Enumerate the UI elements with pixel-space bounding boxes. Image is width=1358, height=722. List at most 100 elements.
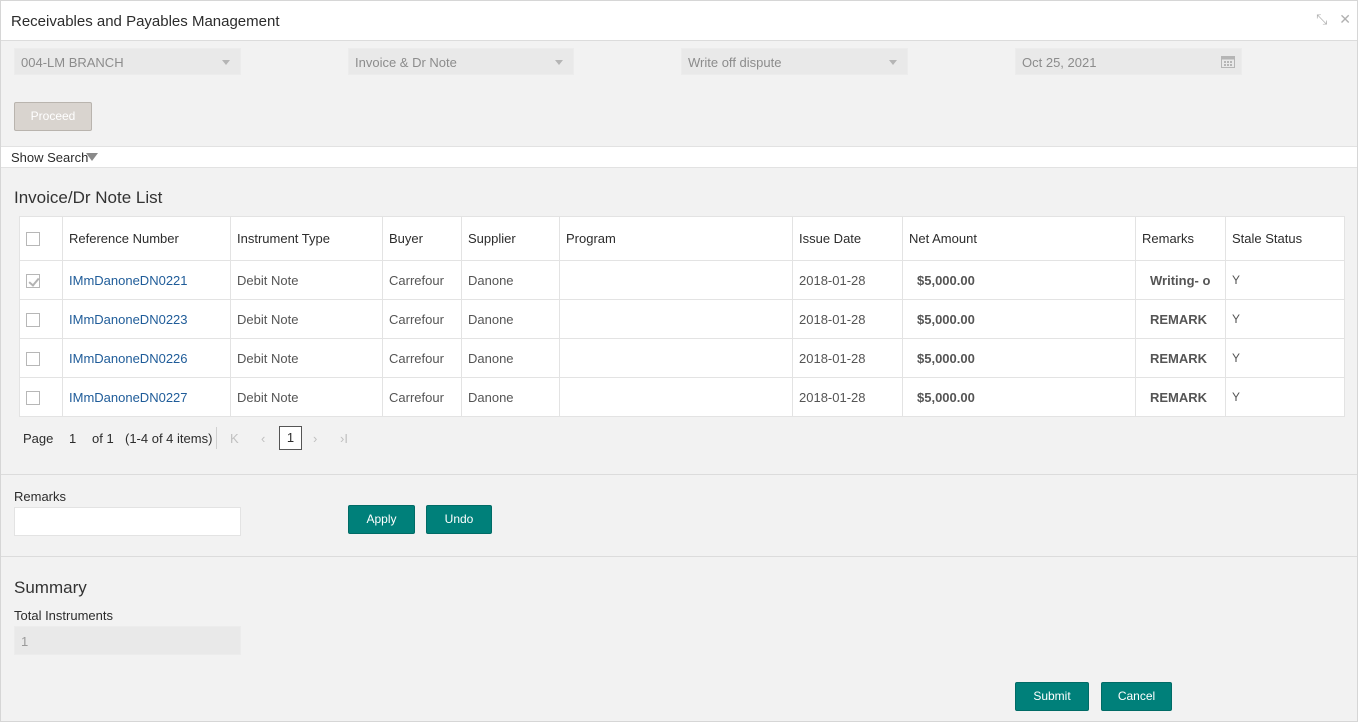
title-bar: Receivables and Payables Management ⤡ ✕ — [1, 1, 1357, 41]
buyer-cell: Carrefour — [382, 377, 462, 417]
stale-status-cell: Y — [1225, 299, 1345, 339]
current-page-button[interactable]: 1 — [279, 426, 302, 450]
row-checkbox[interactable] — [26, 390, 40, 405]
program-cell — [559, 377, 793, 417]
list-title: Invoice/Dr Note List — [14, 188, 163, 207]
action-select[interactable]: Write off dispute — [681, 48, 908, 75]
divider — [1, 474, 1357, 475]
divider — [1, 556, 1357, 557]
column-header[interactable]: Reference Number — [62, 216, 231, 261]
first-page-icon[interactable]: K — [230, 431, 239, 446]
program-cell — [559, 338, 793, 378]
table-row[interactable]: IMmDanoneDN0223 Debit Note Carrefour Dan… — [19, 299, 1345, 339]
instrument-type-select[interactable]: Invoice & Dr Note — [348, 48, 574, 75]
action-select-value: Write off dispute — [688, 55, 782, 70]
column-header[interactable]: Buyer — [382, 216, 462, 261]
row-checkbox[interactable] — [26, 312, 40, 327]
select-all-cell — [19, 216, 63, 261]
stale-status-cell: Y — [1225, 377, 1345, 417]
minimize-arrows-icon[interactable]: ⤡ — [1316, 11, 1327, 28]
proceed-button[interactable]: Proceed — [14, 102, 92, 131]
window-title: Receivables and Payables Management — [11, 13, 280, 30]
remarks-label: Remarks — [14, 489, 67, 504]
modal-window: Receivables and Payables Management ⤡ ✕ … — [0, 0, 1358, 722]
row-checkbox[interactable] — [26, 351, 40, 366]
instrument-table: Reference Number Instrument Type Buyer S… — [19, 216, 1345, 417]
instrument-type-cell: Debit Note — [230, 299, 383, 339]
close-icon[interactable]: ✕ — [1339, 11, 1351, 28]
supplier-cell: Danone — [461, 299, 560, 339]
show-search-label: Show Search — [11, 150, 89, 165]
total-instruments-field: 1 — [14, 626, 241, 655]
chevron-down-icon — [222, 60, 230, 65]
column-header[interactable]: Supplier — [461, 216, 560, 261]
chevron-down-icon — [555, 60, 563, 65]
issue-date-cell: 2018-01-28 — [792, 260, 903, 300]
column-header[interactable]: Issue Date — [792, 216, 903, 261]
net-amount-cell: $5,000.00 — [902, 299, 1136, 339]
page-number-input[interactable]: 1 — [69, 431, 76, 446]
instrument-type-cell: Debit Note — [230, 260, 383, 300]
net-amount-cell: $5,000.00 — [902, 260, 1136, 300]
apply-button[interactable]: Apply — [348, 505, 415, 534]
date-field-value: Oct 25, 2021 — [1022, 55, 1097, 70]
reference-link[interactable]: IMmDanoneDN0227 — [62, 377, 231, 417]
table-row[interactable]: IMmDanoneDN0227 Debit Note Carrefour Dan… — [19, 377, 1345, 417]
buyer-cell: Carrefour — [382, 299, 462, 339]
submit-button[interactable]: Submit — [1015, 682, 1089, 711]
row-select-cell — [19, 260, 63, 300]
table-header-row: Reference Number Instrument Type Buyer S… — [19, 216, 1345, 261]
reference-link[interactable]: IMmDanoneDN0221 — [62, 260, 231, 300]
prev-page-icon[interactable]: ‹ — [261, 431, 265, 446]
row-select-cell — [19, 299, 63, 339]
calendar-icon[interactable] — [1221, 55, 1235, 68]
stale-status-cell: Y — [1225, 338, 1345, 378]
buyer-cell: Carrefour — [382, 260, 462, 300]
branch-select[interactable]: 004-LM BRANCH — [14, 48, 241, 75]
branch-select-value: 004-LM BRANCH — [21, 55, 124, 70]
last-page-icon[interactable]: ›I — [340, 431, 348, 446]
reference-link[interactable]: IMmDanoneDN0223 — [62, 299, 231, 339]
stale-status-cell: Y — [1225, 260, 1345, 300]
net-amount-cell: $5,000.00 — [902, 338, 1136, 378]
issue-date-cell: 2018-01-28 — [792, 299, 903, 339]
buyer-cell: Carrefour — [382, 338, 462, 378]
row-checkbox[interactable] — [26, 273, 40, 288]
items-count: (1-4 of 4 items) — [125, 431, 213, 446]
supplier-cell: Danone — [461, 338, 560, 378]
page-label: Page — [23, 431, 54, 446]
column-header[interactable]: Stale Status — [1225, 216, 1345, 261]
remarks-cell: REMARK — [1135, 377, 1226, 417]
date-field[interactable]: Oct 25, 2021 — [1015, 48, 1242, 75]
pager-divider — [216, 427, 217, 449]
cancel-button[interactable]: Cancel — [1101, 682, 1172, 711]
window-controls: ⤡ ✕ — [1316, 11, 1351, 28]
table-row[interactable]: IMmDanoneDN0221 Debit Note Carrefour Dan… — [19, 260, 1345, 300]
column-header[interactable]: Program — [559, 216, 793, 261]
remarks-input[interactable] — [14, 507, 241, 536]
column-header[interactable]: Remarks — [1135, 216, 1226, 261]
undo-button[interactable]: Undo — [426, 505, 492, 534]
show-search-toggle[interactable]: Show Search — [1, 146, 1357, 168]
instrument-type-cell: Debit Note — [230, 377, 383, 417]
program-cell — [559, 299, 793, 339]
summary-title: Summary — [14, 578, 87, 597]
supplier-cell: Danone — [461, 377, 560, 417]
caret-down-icon — [86, 153, 98, 161]
remarks-cell: REMARK — [1135, 299, 1226, 339]
total-instruments-label: Total Instruments — [14, 608, 113, 623]
remarks-cell: REMARK — [1135, 338, 1226, 378]
row-select-cell — [19, 338, 63, 378]
reference-link[interactable]: IMmDanoneDN0226 — [62, 338, 231, 378]
issue-date-cell: 2018-01-28 — [792, 377, 903, 417]
next-page-icon[interactable]: › — [313, 431, 317, 446]
instrument-type-value: Invoice & Dr Note — [355, 55, 457, 70]
column-header[interactable]: Instrument Type — [230, 216, 383, 261]
select-all-checkbox[interactable] — [26, 232, 40, 247]
row-select-cell — [19, 377, 63, 417]
chevron-down-icon — [889, 60, 897, 65]
column-header[interactable]: Net Amount — [902, 216, 1136, 261]
remarks-cell: Writing- o — [1135, 260, 1226, 300]
instrument-type-cell: Debit Note — [230, 338, 383, 378]
table-row[interactable]: IMmDanoneDN0226 Debit Note Carrefour Dan… — [19, 338, 1345, 378]
